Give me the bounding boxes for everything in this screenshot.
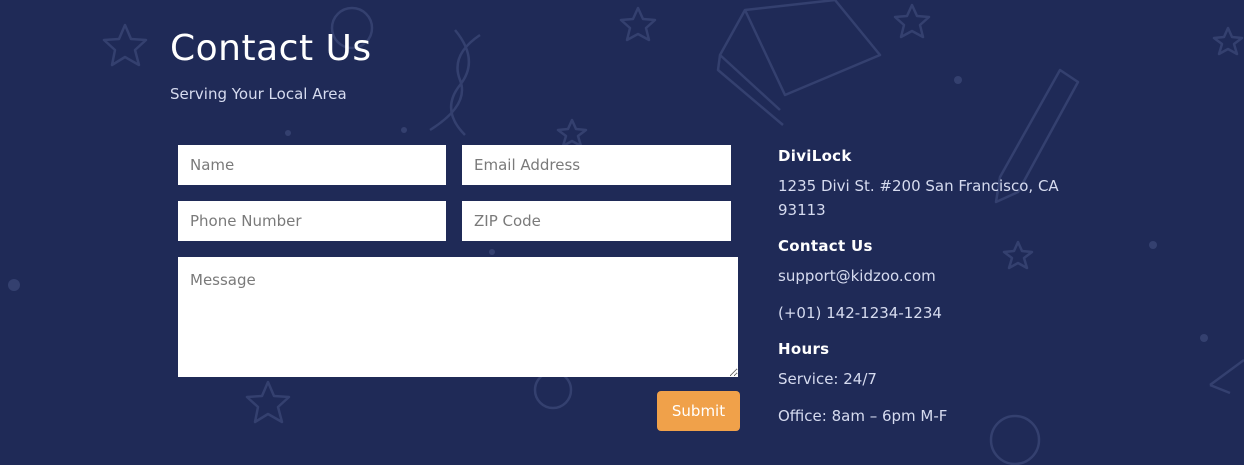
contact-heading: Contact Us: [778, 237, 873, 255]
star-doodle-icon: [556, 118, 588, 148]
page-subtitle: Serving Your Local Area: [170, 85, 347, 103]
email-field[interactable]: [462, 145, 731, 185]
hours-heading: Hours: [778, 340, 830, 358]
star-doodle-icon: [1212, 26, 1244, 56]
service-hours-text: Service: 24/7: [778, 370, 877, 388]
name-field[interactable]: [178, 145, 446, 185]
pencil-doodle-icon: [1209, 358, 1244, 395]
submit-button[interactable]: Submit: [657, 391, 740, 431]
zip-field[interactable]: [462, 201, 731, 241]
address-line-1: 1235 Divi St. #200 San Francisco, CA: [778, 177, 1059, 195]
phone-field[interactable]: [178, 201, 446, 241]
book-doodle-icon: [716, 0, 882, 126]
star-doodle-icon: [893, 3, 931, 39]
star-doodle-icon: [102, 23, 148, 67]
email-text: support@kidzoo.com: [778, 267, 936, 285]
message-field[interactable]: [178, 257, 738, 377]
phone-text: (+01) 142-1234-1234: [778, 304, 942, 322]
page-title: Contact Us: [170, 28, 372, 69]
address-line-2: 93113: [778, 201, 826, 219]
star-doodle-icon: [619, 6, 657, 42]
dna-doodle-icon: [429, 29, 481, 136]
office-hours-text: Office: 8am – 6pm M-F: [778, 407, 948, 425]
company-heading: DiviLock: [778, 147, 852, 165]
star-doodle-icon: [245, 380, 291, 424]
planet-doodle-icon: [533, 370, 573, 410]
